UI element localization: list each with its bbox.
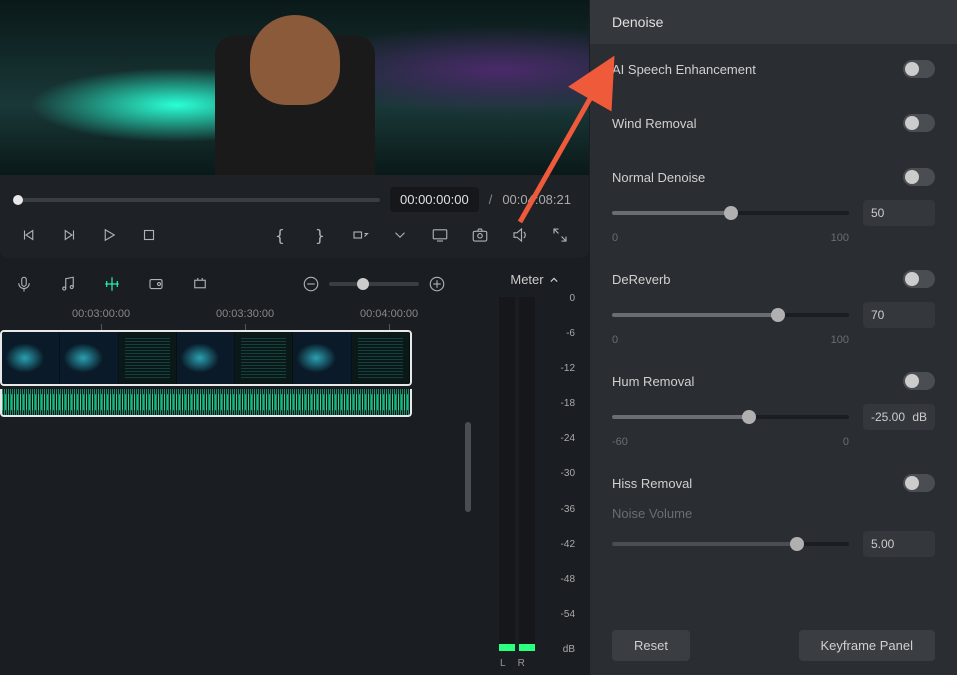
zoom-in-button[interactable] bbox=[427, 274, 447, 294]
hiss-removal-value[interactable]: 5.00 bbox=[863, 531, 935, 557]
wind-removal-label: Wind Removal bbox=[612, 116, 697, 131]
adjust-icon[interactable] bbox=[146, 274, 166, 294]
slider-thumb[interactable] bbox=[724, 206, 738, 220]
slider-min: -60 bbox=[612, 436, 628, 448]
volume-button[interactable] bbox=[509, 224, 531, 246]
ruler-mark: 00:04:00:00 bbox=[360, 308, 418, 320]
video-clip[interactable] bbox=[0, 330, 412, 386]
meter-channels: L R bbox=[500, 658, 579, 669]
slider-min: 0 bbox=[612, 232, 618, 244]
snapshot-button[interactable] bbox=[469, 224, 491, 246]
clip-thumbnail bbox=[293, 332, 351, 384]
slider-max: 0 bbox=[843, 436, 849, 448]
reset-button[interactable]: Reset bbox=[612, 630, 690, 661]
video-preview[interactable] bbox=[0, 0, 589, 175]
hum-removal-label: Hum Removal bbox=[612, 374, 694, 389]
step-forward-button[interactable] bbox=[58, 224, 80, 246]
denoise-header[interactable]: Denoise bbox=[590, 0, 957, 44]
play-button[interactable] bbox=[98, 224, 120, 246]
wind-removal-toggle[interactable] bbox=[903, 114, 935, 132]
ai-speech-toggle[interactable] bbox=[903, 60, 935, 78]
meter-bar-r bbox=[519, 297, 535, 651]
playback-bar: 00:00:00:00 / 00:04:08:21 { } bbox=[0, 175, 589, 258]
clip-thumbnail bbox=[2, 332, 60, 384]
zoom-slider[interactable] bbox=[329, 282, 419, 286]
dereverb-toggle[interactable] bbox=[903, 270, 935, 288]
slider-max: 100 bbox=[831, 334, 849, 346]
hiss-removal-slider[interactable] bbox=[612, 542, 849, 546]
dereverb-value[interactable]: 70 bbox=[863, 302, 935, 328]
clip-thumbnail bbox=[119, 332, 177, 384]
normal-denoise-slider[interactable] bbox=[612, 211, 849, 215]
hiss-removal-label: Hiss Removal bbox=[612, 476, 692, 491]
meter-label-text: Meter bbox=[510, 272, 543, 287]
display-button[interactable] bbox=[429, 224, 451, 246]
ruler-mark: 00:03:30:00 bbox=[216, 308, 274, 320]
time-separator: / bbox=[489, 192, 493, 207]
dereverb-label: DeReverb bbox=[612, 272, 671, 287]
normal-denoise-value[interactable]: 50 bbox=[863, 200, 935, 226]
clip-thumbnail bbox=[60, 332, 118, 384]
chevron-up-icon bbox=[550, 276, 558, 284]
zoom-thumb[interactable] bbox=[357, 278, 369, 290]
video-track[interactable] bbox=[0, 330, 461, 386]
slider-min: 0 bbox=[612, 334, 618, 346]
scrub-thumb[interactable] bbox=[13, 195, 23, 205]
preview-figure bbox=[195, 0, 395, 175]
prev-frame-button[interactable] bbox=[18, 224, 40, 246]
fit-icon[interactable] bbox=[190, 274, 210, 294]
normal-denoise-toggle[interactable] bbox=[903, 168, 935, 186]
current-time: 00:00:00:00 bbox=[390, 187, 479, 212]
keyframe-panel-button[interactable]: Keyframe Panel bbox=[799, 630, 936, 661]
mark-out-button[interactable]: } bbox=[309, 224, 331, 246]
dereverb-slider[interactable] bbox=[612, 313, 849, 317]
clip-thumbnail bbox=[177, 332, 235, 384]
stop-button[interactable] bbox=[138, 224, 160, 246]
aspect-menu-button[interactable] bbox=[349, 224, 371, 246]
meter-bar-l bbox=[499, 297, 515, 651]
hiss-removal-toggle[interactable] bbox=[903, 474, 935, 492]
slider-thumb[interactable] bbox=[771, 308, 785, 322]
audio-meter: 0 -6 -12 -18 -24 -30 -36 -42 -48 -54 dB bbox=[489, 293, 579, 655]
scrollbar-handle[interactable] bbox=[465, 422, 471, 512]
duration: 00:04:08:21 bbox=[502, 187, 571, 212]
clip-thumbnail bbox=[235, 332, 293, 384]
mark-in-button[interactable]: { bbox=[269, 224, 291, 246]
ai-speech-label: AI Speech Enhancement bbox=[612, 62, 756, 77]
ruler-mark: 00:03:00:00 bbox=[72, 308, 130, 320]
fullscreen-button[interactable] bbox=[549, 224, 571, 246]
normal-denoise-label: Normal Denoise bbox=[612, 170, 705, 185]
audio-waveform bbox=[2, 394, 410, 410]
hum-removal-value[interactable]: -25.00dB bbox=[863, 404, 935, 430]
slider-max: 100 bbox=[831, 232, 849, 244]
slider-thumb[interactable] bbox=[790, 537, 804, 551]
hum-removal-slider[interactable] bbox=[612, 415, 849, 419]
meter-scale: 0 -6 -12 -18 -24 -30 -36 -42 -48 -54 dB bbox=[543, 293, 579, 655]
mic-icon[interactable] bbox=[14, 274, 34, 294]
meter-label[interactable]: Meter bbox=[489, 272, 579, 287]
marker-icon[interactable] bbox=[102, 274, 122, 294]
zoom-out-button[interactable] bbox=[301, 274, 321, 294]
timeline-ruler[interactable]: 00:03:00:00 00:03:30:00 00:04:00:00 bbox=[0, 302, 461, 330]
slider-thumb[interactable] bbox=[742, 410, 756, 424]
scrub-track[interactable] bbox=[18, 198, 380, 202]
music-note-icon[interactable] bbox=[58, 274, 78, 294]
noise-volume-label: Noise Volume bbox=[612, 506, 935, 521]
hum-removal-toggle[interactable] bbox=[903, 372, 935, 390]
chevron-down-icon[interactable] bbox=[389, 224, 411, 246]
clip-thumbnail bbox=[352, 332, 410, 384]
audio-track[interactable] bbox=[0, 389, 412, 417]
